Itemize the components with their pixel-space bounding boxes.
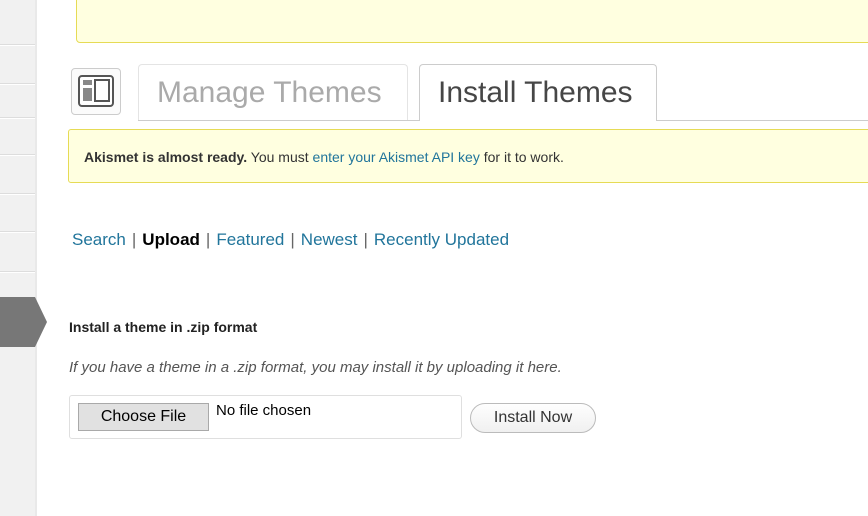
install-subnav: Search | Upload | Featured | Newest | Recently U…	[72, 230, 509, 250]
menu-divider	[0, 271, 35, 273]
akismet-api-key-link[interactable]: enter your Akismet API key	[313, 149, 480, 165]
top-notice	[76, 0, 868, 43]
admin-menu-strip	[0, 0, 36, 516]
akismet-notice-text-end: for it to work.	[479, 149, 564, 165]
upload-heading: Install a theme in .zip format	[69, 319, 258, 335]
choose-file-button[interactable]: Choose File	[78, 403, 209, 431]
subnav-featured-link[interactable]: Featured	[216, 230, 284, 249]
tab-install-themes[interactable]: Install Themes	[419, 64, 657, 121]
menu-divider	[0, 193, 35, 195]
tab-manage-themes[interactable]: Manage Themes	[138, 64, 408, 120]
subnav-recently-updated-link[interactable]: Recently Updated	[374, 230, 509, 249]
subnav-upload-current[interactable]: Upload	[142, 230, 200, 249]
menu-divider	[0, 117, 35, 119]
subnav-separator: |	[131, 230, 137, 249]
akismet-notice-text: You must	[247, 149, 313, 165]
themes-icon	[71, 68, 121, 115]
menu-divider	[0, 154, 35, 156]
menu-divider	[0, 231, 35, 233]
current-menu-indicator[interactable]	[0, 297, 47, 347]
upload-description: If you have a theme in a .zip format, yo…	[69, 359, 562, 376]
akismet-notice: Akismet is almost ready. You must enter …	[68, 129, 868, 183]
menu-edge	[35, 0, 37, 516]
subnav-separator: |	[205, 230, 211, 249]
no-file-chosen-text: No file chosen	[216, 402, 312, 419]
subnav-separator: |	[290, 230, 295, 249]
file-input-field[interactable]: Choose File No file chosen	[69, 395, 462, 439]
akismet-notice-bold: Akismet is almost ready.	[84, 149, 248, 165]
subnav-newest-link[interactable]: Newest	[301, 230, 358, 249]
menu-divider	[0, 44, 35, 46]
subnav-separator: |	[363, 230, 368, 249]
subnav-search-link[interactable]: Search	[72, 230, 126, 249]
install-now-button[interactable]: Install Now	[470, 403, 596, 433]
menu-divider	[0, 83, 35, 85]
